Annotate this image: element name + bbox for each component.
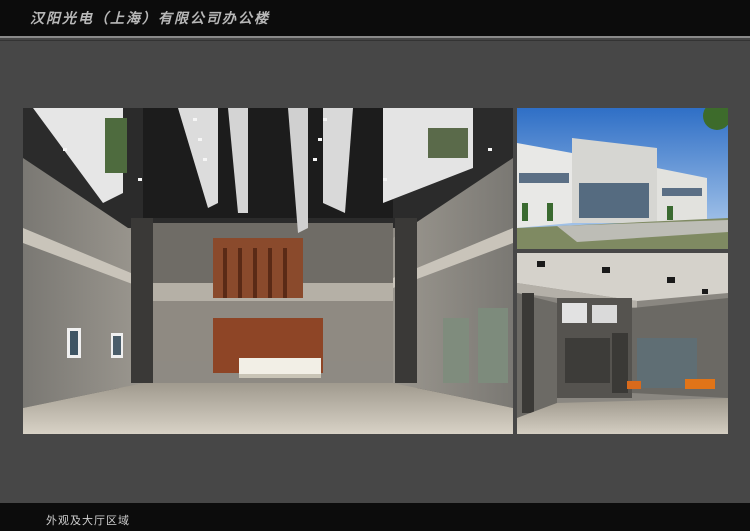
header-bar: 汉阳光电（上海）有限公司办公楼 [0, 0, 750, 36]
header-divider [0, 36, 750, 38]
page-title: 汉阳光电（上海）有限公司办公楼 [30, 11, 270, 27]
interior-rendering [517, 253, 728, 434]
header-divider-thin [0, 40, 750, 41]
lobby-rendering [23, 108, 513, 434]
exterior-rendering [517, 108, 728, 249]
footer-bar: 外观及大厅区域 [0, 503, 750, 531]
section-caption: 外观及大厅区域 [46, 514, 130, 527]
